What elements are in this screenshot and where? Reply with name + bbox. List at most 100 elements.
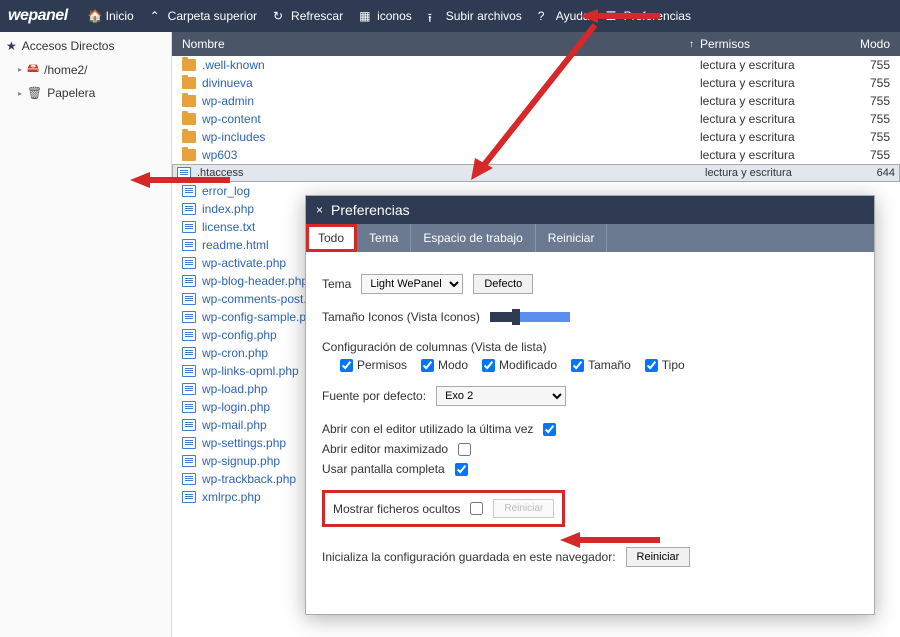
col-size-checkbox[interactable] <box>571 359 584 372</box>
col-perm-checkbox[interactable] <box>340 359 353 372</box>
col-type-text: Tipo <box>662 358 685 372</box>
file-icon <box>182 311 196 323</box>
fullscreen-row: Usar pantalla completa <box>322 462 858 476</box>
file-row[interactable]: wp603lectura y escritura755 <box>172 146 900 164</box>
file-row[interactable]: wp-adminlectura y escritura755 <box>172 92 900 110</box>
dialog-titlebar[interactable]: × Preferencias <box>306 196 874 224</box>
folder-icon <box>182 59 196 71</box>
fullscreen-checkbox[interactable] <box>455 463 468 476</box>
font-select[interactable]: Exo 2 <box>436 386 566 406</box>
home-icon: 🏠 <box>88 9 102 23</box>
folder-icon <box>182 77 196 89</box>
col-perm-header[interactable]: Permisos <box>700 37 830 51</box>
parent-folder-button[interactable]: ⌃ Carpeta superior <box>142 0 265 32</box>
theme-row: Tema Light WePanel Defecto <box>322 274 858 294</box>
file-mode: 755 <box>830 148 890 162</box>
file-name: wp-content <box>202 112 700 126</box>
col-mod-check[interactable]: Modificado <box>482 358 557 372</box>
upload-button[interactable]: ⭱Subir archivos <box>420 0 530 32</box>
file-icon <box>182 491 196 503</box>
col-perm-check[interactable]: Permisos <box>340 358 407 372</box>
folder-icon <box>182 95 196 107</box>
file-name: .well-known <box>202 58 700 72</box>
file-perm: lectura y escritura <box>700 130 830 144</box>
col-size-check[interactable]: Tamaño <box>571 358 631 372</box>
icon-size-label: Tamaño Iconos (Vista Iconos) <box>322 310 480 324</box>
close-icon[interactable]: × <box>316 203 323 217</box>
file-perm: lectura y escritura <box>700 94 830 108</box>
icon-size-slider[interactable] <box>490 312 570 322</box>
file-name: wp-admin <box>202 94 700 108</box>
dialog-title-text: Preferencias <box>331 202 410 218</box>
home-button[interactable]: 🏠Inicio <box>80 0 142 32</box>
column-config-label: Configuración de columnas (Vista de list… <box>322 340 858 354</box>
sliders-icon: ☰ <box>606 9 620 23</box>
home-path-label: /home2/ <box>44 63 87 77</box>
folder-icon <box>182 113 196 125</box>
file-mode: 755 <box>830 76 890 90</box>
col-type-checkbox[interactable] <box>645 359 658 372</box>
sidebar-shortcuts[interactable]: ★Accesos Directos <box>0 36 171 56</box>
file-row[interactable]: divinuevalectura y escritura755 <box>172 74 900 92</box>
file-icon <box>182 257 196 269</box>
open-last-checkbox[interactable] <box>543 423 556 436</box>
tab-reset[interactable]: Reiniciar <box>536 224 608 252</box>
file-icon <box>182 347 196 359</box>
show-hidden-checkbox[interactable] <box>470 502 483 515</box>
file-perm: lectura y escritura <box>700 58 830 72</box>
col-mode-check[interactable]: Modo <box>421 358 468 372</box>
preferences-dialog: × Preferencias Todo Tema Espacio de trab… <box>305 195 875 615</box>
file-name: wp-includes <box>202 130 700 144</box>
prefs-label: Preferencias <box>624 9 691 23</box>
theme-default-button[interactable]: Defecto <box>473 274 533 294</box>
up-icon: ⌃ <box>150 9 164 23</box>
file-perm: lectura y escritura <box>705 167 835 179</box>
open-last-row: Abrir con el editor utilizado la última … <box>322 422 858 436</box>
icons-label: iconos <box>377 9 412 23</box>
help-label: Ayuda <box>556 9 590 23</box>
file-mode: 755 <box>830 94 890 108</box>
col-type-check[interactable]: Tipo <box>645 358 685 372</box>
col-perm-text: Permisos <box>357 358 407 372</box>
parent-label: Carpeta superior <box>168 9 257 23</box>
refresh-button[interactable]: ↻Refrescar <box>265 0 351 32</box>
sidebar-home-drive[interactable]: ▸🖴/home2/ <box>0 56 171 83</box>
folder-icon <box>182 131 196 143</box>
col-mod-checkbox[interactable] <box>482 359 495 372</box>
reset-row: Inicializa la configuración guardada en … <box>322 547 858 567</box>
file-icon <box>182 473 196 485</box>
tab-tema[interactable]: Tema <box>357 224 411 252</box>
upload-icon: ⭱ <box>428 9 442 23</box>
tab-workspace[interactable]: Espacio de trabajo <box>411 224 535 252</box>
file-row[interactable]: .htaccesslectura y escritura644 <box>172 164 900 182</box>
show-hidden-label: Mostrar ficheros ocultos <box>333 502 460 516</box>
file-icon <box>182 293 196 305</box>
icons-view-button[interactable]: ▦iconos <box>351 0 420 32</box>
trash-label: Papelera <box>47 86 95 100</box>
reset-button[interactable]: Reiniciar <box>626 547 691 567</box>
show-hidden-reset-button[interactable]: Reiniciar <box>493 499 554 518</box>
refresh-label: Refrescar <box>291 9 343 23</box>
file-name: .htaccess <box>197 167 705 179</box>
top-toolbar: wepanel 🏠Inicio ⌃Carpeta superior ↻Refre… <box>0 0 900 32</box>
file-icon <box>182 275 196 287</box>
reset-label: Inicializa la configuración guardada en … <box>322 550 616 564</box>
font-label: Fuente por defecto: <box>322 389 426 403</box>
preferences-button[interactable]: ☰ Preferencias <box>598 0 699 32</box>
tab-todo[interactable]: Todo <box>306 224 357 252</box>
help-button[interactable]: ?Ayuda <box>530 0 598 32</box>
col-mode-checkbox[interactable] <box>421 359 434 372</box>
file-mode: 644 <box>835 167 895 179</box>
theme-select[interactable]: Light WePanel <box>361 274 463 294</box>
file-icon <box>182 419 196 431</box>
col-mode-header[interactable]: Modo <box>830 37 890 51</box>
sidebar-trash[interactable]: ▸🗑Papelera <box>0 83 171 103</box>
open-max-checkbox[interactable] <box>458 443 471 456</box>
file-icon <box>182 329 196 341</box>
theme-label: Tema <box>322 277 351 291</box>
file-icon <box>182 221 196 233</box>
file-row[interactable]: wp-includeslectura y escritura755 <box>172 128 900 146</box>
col-name-header[interactable]: Nombre <box>182 37 689 51</box>
file-row[interactable]: wp-contentlectura y escritura755 <box>172 110 900 128</box>
file-row[interactable]: .well-knownlectura y escritura755 <box>172 56 900 74</box>
